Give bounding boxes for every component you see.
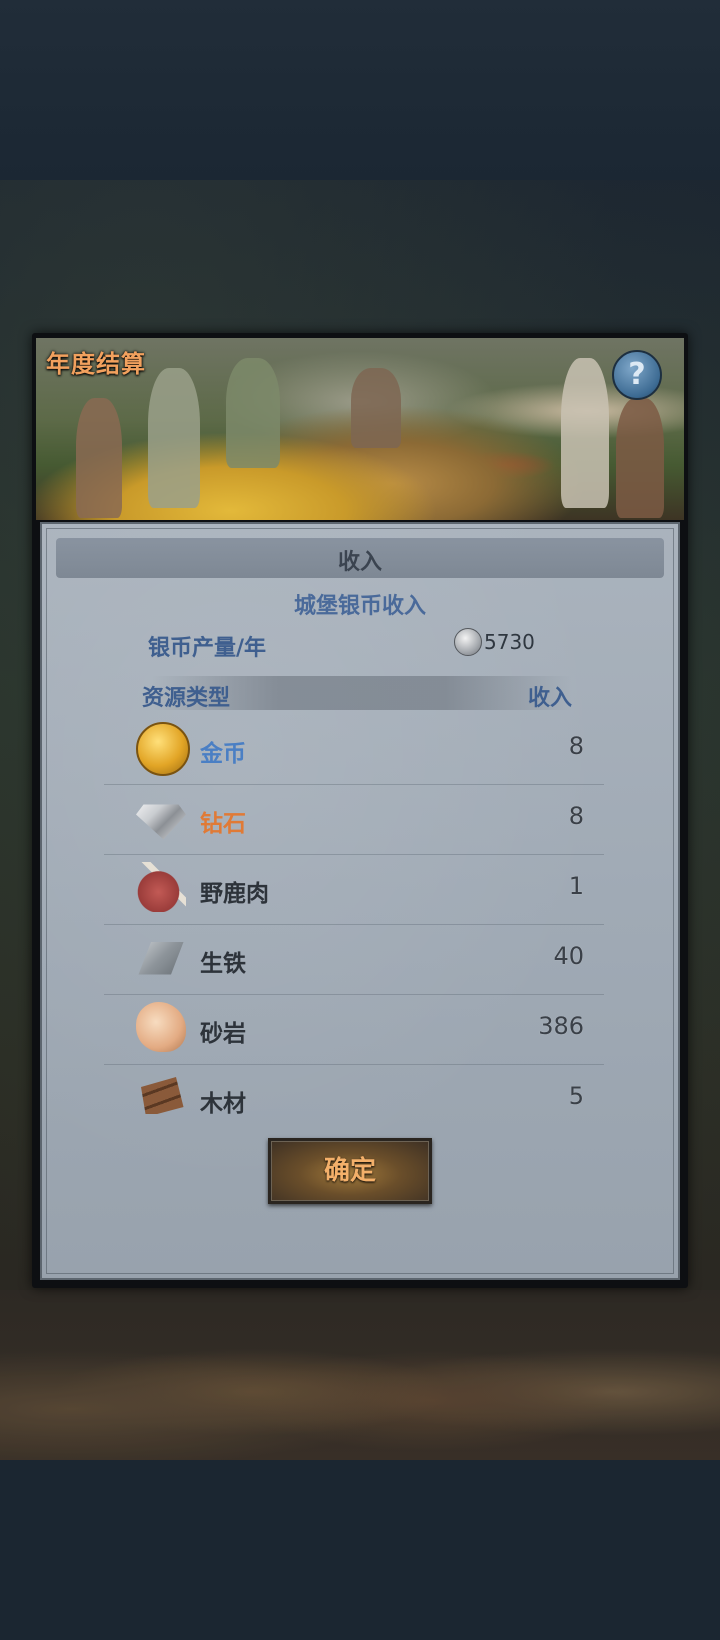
resource-list[interactable]: 金币 8 钻石 8 野鹿肉 1 生铁 40 砂岩 386 木材 5 [104, 714, 604, 1114]
resource-name: 金币 [200, 741, 246, 767]
silver-output-value: 5730 [454, 628, 535, 656]
wood-icon [141, 1077, 184, 1114]
confirm-button[interactable]: 确定 [268, 1138, 432, 1204]
gold-coin-icon [136, 722, 190, 776]
resource-qty: 386 [538, 1012, 584, 1040]
resource-qty: 1 [568, 872, 584, 900]
income-tab-label: 收入 [337, 550, 382, 575]
list-item: 砂岩 386 [104, 994, 604, 1065]
help-button[interactable]: ? [612, 350, 662, 400]
list-item: 木材 5 [104, 1064, 604, 1114]
resource-qty: 40 [553, 942, 584, 970]
resource-name: 钻石 [200, 811, 246, 837]
silver-output-label: 银币产量/年 [148, 636, 267, 661]
dialog-title: 年度结算 [46, 350, 146, 378]
resource-qty: 8 [568, 802, 584, 830]
silver-coin-icon [454, 628, 482, 656]
column-header-income: 收入 [528, 686, 573, 711]
silver-output-number: 5730 [484, 630, 535, 654]
harvest-banner-art: 年度结算 ? [36, 338, 684, 520]
resource-name: 野鹿肉 [200, 881, 269, 907]
question-mark-icon: ? [628, 357, 646, 392]
resource-qty: 5 [568, 1082, 584, 1110]
venison-icon [136, 862, 186, 912]
list-item: 生铁 40 [104, 924, 604, 995]
diamond-icon [136, 804, 186, 840]
resource-name: 生铁 [200, 951, 246, 977]
list-item: 钻石 8 [104, 784, 604, 855]
resource-name: 木材 [200, 1091, 246, 1114]
dialog-body: 收入 城堡银币收入 银币产量/年 5730 资源类型 收入 金币 8 钻石 8 … [40, 522, 680, 1280]
pig-iron-icon [138, 942, 184, 975]
resource-qty: 8 [568, 732, 584, 760]
resource-name: 砂岩 [200, 1021, 246, 1047]
list-item: 野鹿肉 1 [104, 854, 604, 925]
list-item: 金币 8 [104, 714, 604, 785]
background-crowd-art [0, 1290, 720, 1460]
bottom-backdrop [0, 1460, 720, 1640]
section-title: 城堡银币收入 [293, 594, 426, 619]
sandstone-icon [136, 1002, 186, 1052]
top-backdrop [0, 0, 720, 180]
column-header-type: 资源类型 [142, 686, 231, 711]
